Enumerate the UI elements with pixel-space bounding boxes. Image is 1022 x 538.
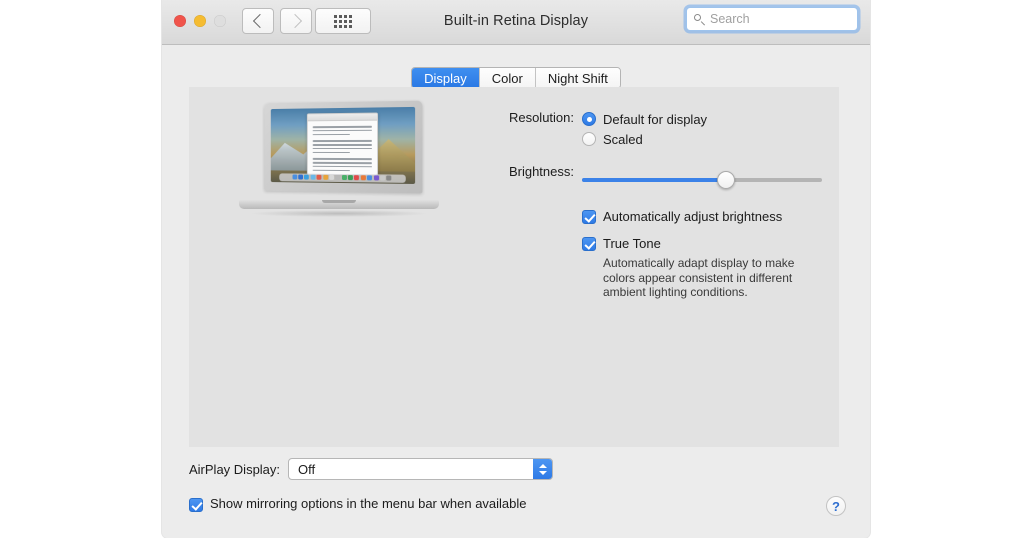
preview-document-window (306, 112, 379, 175)
checkbox-auto-brightness[interactable]: Automatically adjust brightness (582, 209, 822, 225)
resolution-option-default[interactable]: Default for display (582, 109, 822, 129)
checkbox-show-mirroring[interactable]: Show mirroring options in the menu bar w… (189, 496, 846, 512)
tab-bar: Display Color Night Shift (162, 67, 870, 89)
preview-dock (279, 173, 407, 183)
laptop-lid (264, 100, 423, 194)
airplay-selected-value: Off (298, 461, 316, 477)
checkbox-true-tone-label: True Tone (603, 236, 661, 251)
system-preferences-window: Built-in Retina Display Search Display C… (162, 0, 870, 538)
help-button[interactable]: ? (826, 496, 846, 516)
airplay-row: AirPlay Display: Off (189, 458, 846, 480)
brightness-row: Brightness: (472, 163, 822, 190)
checkbox-show-mirroring-label: Show mirroring options in the menu bar w… (210, 496, 527, 511)
checkbox-checked-icon (582, 237, 596, 251)
slider-fill (582, 178, 726, 182)
true-tone-description: Automatically adapt display to make colo… (603, 256, 795, 299)
brightness-checkbox-row: Automatically adjust brightness True Ton… (472, 198, 822, 300)
tab-night-shift[interactable]: Night Shift (535, 68, 620, 88)
display-options-form: Resolution: Default for display Scaled B… (472, 109, 822, 300)
airplay-label: AirPlay Display: (189, 461, 281, 477)
checkbox-auto-brightness-label: Automatically adjust brightness (603, 209, 783, 224)
resolution-option-scaled[interactable]: Scaled (582, 129, 822, 149)
search-field[interactable]: Search (686, 7, 858, 31)
radio-selected-icon (582, 112, 596, 126)
resolution-row: Resolution: Default for display Scaled (472, 109, 822, 149)
bottom-controls: AirPlay Display: Off Show mirroring opti… (189, 458, 846, 516)
tab-color[interactable]: Color (479, 68, 536, 88)
resolution-label: Resolution: (508, 110, 574, 125)
checkbox-checked-icon (582, 210, 596, 224)
checkbox-checked-icon (189, 498, 203, 512)
resolution-option-scaled-label: Scaled (603, 131, 643, 147)
laptop-base (239, 200, 439, 209)
tab-display[interactable]: Display (412, 68, 480, 88)
chevron-up-down-icon[interactable] (533, 459, 553, 479)
brightness-label: Brightness: (508, 164, 574, 179)
search-placeholder: Search (710, 12, 750, 26)
search-icon (694, 13, 705, 25)
airplay-popup-button[interactable]: Off (288, 458, 554, 480)
laptop-shadow (249, 210, 429, 217)
preview-window-titlebar (307, 113, 378, 122)
window-titlebar: Built-in Retina Display Search (162, 0, 870, 45)
brightness-slider[interactable] (582, 170, 822, 190)
radio-unselected-icon (582, 132, 596, 146)
slider-thumb[interactable] (717, 171, 735, 189)
display-preview-image (239, 100, 439, 217)
resolution-option-default-label: Default for display (603, 111, 708, 127)
display-settings-panel: Resolution: Default for display Scaled B… (189, 87, 839, 447)
checkbox-true-tone[interactable]: True Tone (582, 236, 822, 252)
laptop-screen (270, 106, 416, 185)
